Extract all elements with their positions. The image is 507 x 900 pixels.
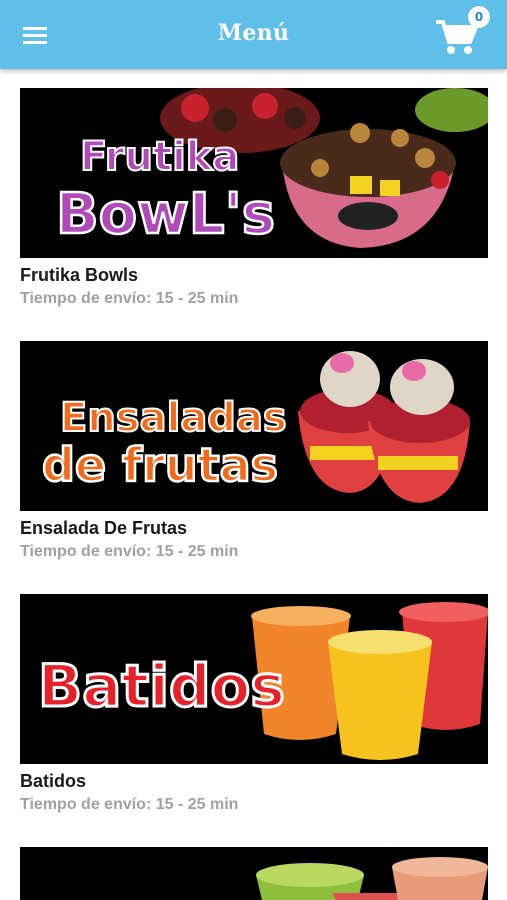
category-title: Batidos (20, 771, 87, 791)
category-banner-image (20, 847, 488, 900)
category-banner-image: Batidos (20, 594, 488, 764)
delivery-time: Tiempo de envío: 15 - 25 min (20, 796, 239, 813)
cart-count-badge: 0 (468, 6, 490, 28)
banner-title-line1: Ensaladas (60, 395, 287, 441)
app-bar: Menú 0 (0, 0, 507, 69)
banner-title-line2: BowL's (56, 182, 275, 247)
category-title: Ensalada De Frutas (20, 518, 188, 538)
category-card-ensalada-de-frutas[interactable]: Ensaladas de frutas Ensalada De Frutas T… (20, 341, 488, 561)
banner-title: Batidos (38, 652, 285, 720)
category-banner-image: Ensaladas de frutas (20, 341, 488, 511)
delivery-time: Tiempo de envío: 15 - 25 min (20, 543, 239, 560)
delivery-time: Tiempo de envío: 15 - 25 min (20, 290, 239, 307)
banner-title-line2: de frutas (42, 438, 278, 492)
banner-title-line1: Frutika (80, 134, 239, 180)
category-card-batidos[interactable]: Batidos Batidos Tiempo de envío: 15 - 25… (20, 594, 488, 814)
category-banner-image: Frutika BowL's (20, 88, 488, 258)
category-card-partial[interactable] (20, 847, 488, 900)
category-title: Frutika Bowls (20, 265, 139, 285)
category-card-frutika-bowls[interactable]: Frutika BowL's Frutika Bowls Tiempo de e… (20, 88, 488, 308)
page-title: Menú (217, 20, 290, 46)
